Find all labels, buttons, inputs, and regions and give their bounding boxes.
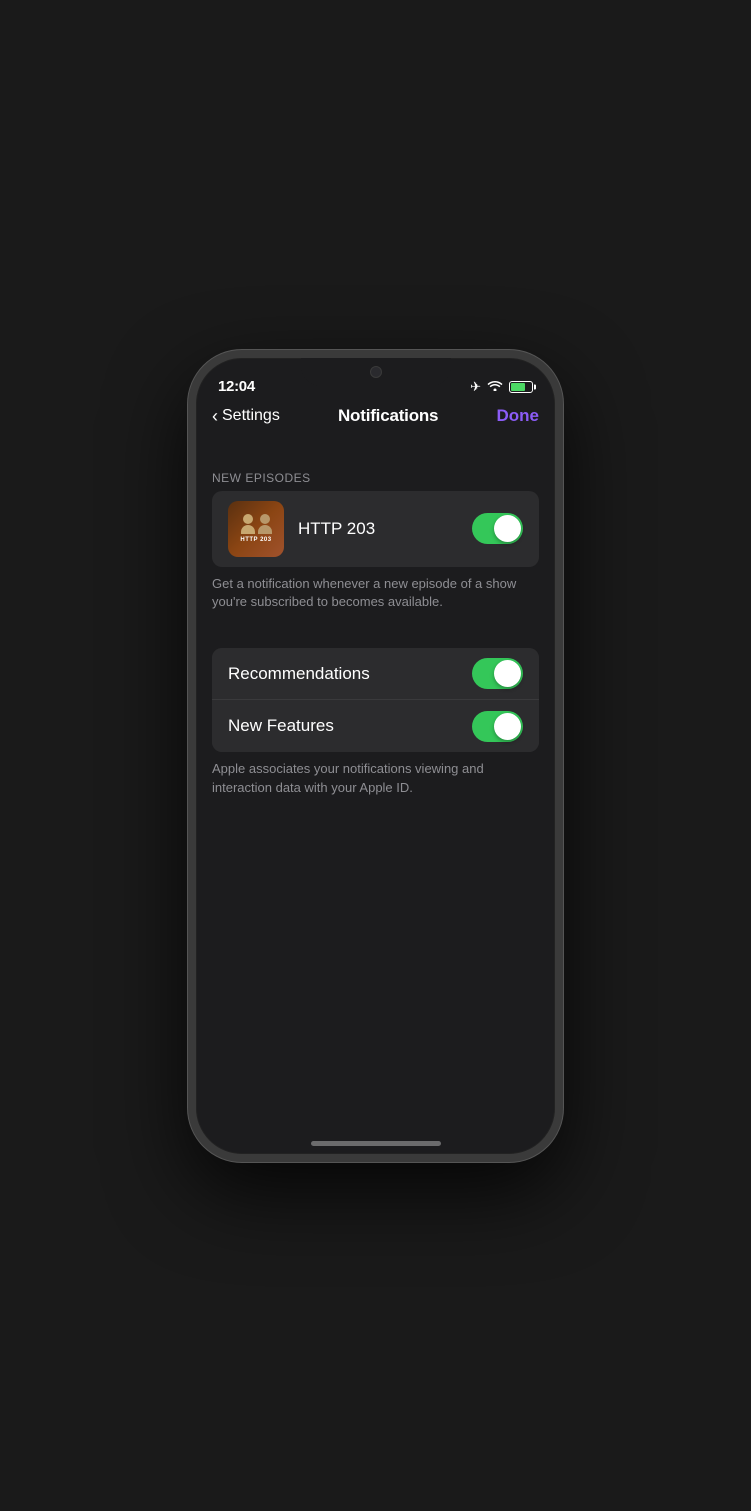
done-button[interactable]: Done <box>496 406 539 426</box>
podcast-label: HTTP 203 <box>240 537 271 543</box>
front-camera <box>370 366 382 378</box>
recommendations-label: Recommendations <box>228 664 472 684</box>
back-label: Settings <box>222 407 280 425</box>
toggle-knob <box>494 515 521 542</box>
toggle-knob-3 <box>494 713 521 740</box>
content-area: NEW EPISODES <box>196 435 555 818</box>
general-section: Recommendations New Features <box>212 648 539 752</box>
top-gap <box>196 435 555 471</box>
recommendations-toggle[interactable] <box>472 658 523 689</box>
notch <box>301 358 451 386</box>
volume-up-button[interactable] <box>188 523 189 587</box>
volume-down-button[interactable] <box>188 598 189 662</box>
airplane-icon: ✈ <box>470 379 481 395</box>
new-features-label: New Features <box>228 716 472 736</box>
phone-frame: 12:04 ✈ ‹ Settings Notifications Don <box>188 350 563 1162</box>
http203-toggle[interactable] <box>472 513 523 544</box>
power-button[interactable] <box>562 518 563 608</box>
back-button[interactable]: ‹ Settings <box>212 406 280 427</box>
toggle-knob-2 <box>494 660 521 687</box>
http203-item: HTTP 203 HTTP 203 <box>212 491 539 567</box>
battery-indicator <box>509 381 533 393</box>
http203-label: HTTP 203 <box>298 519 472 539</box>
new-episodes-footer: Get a notification whenever a new episod… <box>196 567 555 613</box>
status-time: 12:04 <box>218 378 255 395</box>
page-title: Notifications <box>338 406 438 426</box>
back-chevron-icon: ‹ <box>212 406 218 427</box>
status-icons: ✈ <box>470 379 533 395</box>
recommendations-item: Recommendations <box>212 648 539 700</box>
new-episodes-label: NEW EPISODES <box>196 471 555 491</box>
new-features-toggle[interactable] <box>472 711 523 742</box>
new-episodes-section: HTTP 203 HTTP 203 <box>212 491 539 567</box>
podcast-thumbnail: HTTP 203 <box>228 501 284 557</box>
mute-button[interactable] <box>188 478 189 510</box>
home-indicator[interactable] <box>311 1141 441 1146</box>
general-footer: Apple associates your notifications view… <box>196 752 555 798</box>
mid-gap <box>196 612 555 648</box>
nav-bar: ‹ Settings Notifications Done <box>196 402 555 435</box>
new-features-item: New Features <box>212 700 539 752</box>
wifi-icon <box>487 379 503 394</box>
